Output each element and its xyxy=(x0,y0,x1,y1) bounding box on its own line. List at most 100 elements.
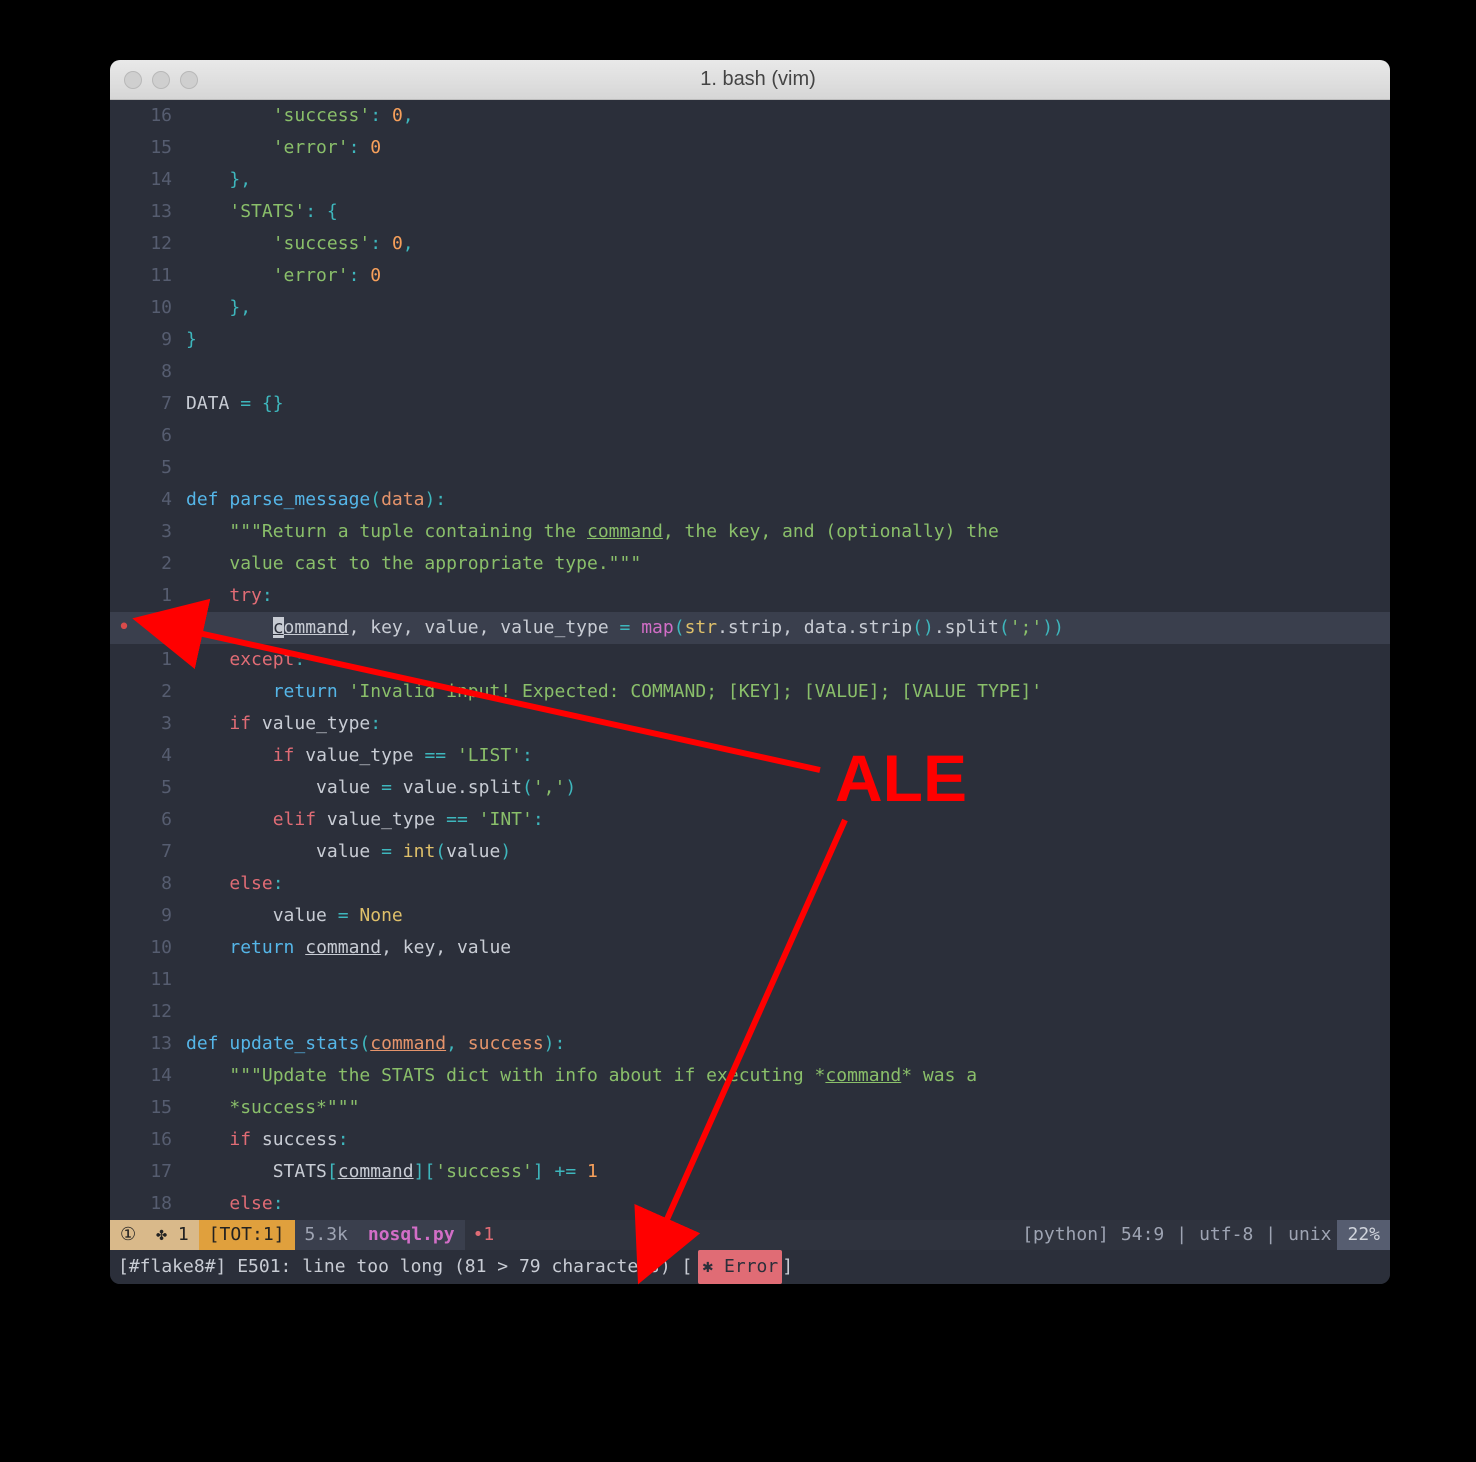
line-number: 7 xyxy=(138,836,186,868)
code-line[interactable]: 16 'success': 0, xyxy=(110,100,1390,132)
sign-column xyxy=(110,836,138,868)
sign-column xyxy=(110,932,138,964)
code-line[interactable]: 5 xyxy=(110,452,1390,484)
minimize-traffic-light[interactable] xyxy=(152,71,170,89)
code-content: *success*""" xyxy=(186,1092,1390,1124)
code-line[interactable]: 9} xyxy=(110,324,1390,356)
line-number: 8 xyxy=(138,868,186,900)
line-number: 16 xyxy=(138,1124,186,1156)
code-line[interactable]: 13def update_stats(command, success): xyxy=(110,1028,1390,1060)
code-line[interactable]: 1 except: xyxy=(110,644,1390,676)
code-line[interactable]: 12 'success': 0, xyxy=(110,228,1390,260)
code-line[interactable]: 7 value = int(value) xyxy=(110,836,1390,868)
code-content: return command, key, value xyxy=(186,932,1390,964)
line-number: 17 xyxy=(138,1156,186,1188)
line-number: 8 xyxy=(138,356,186,388)
sign-column xyxy=(110,740,138,772)
line-number: 18 xyxy=(138,1188,186,1220)
code-line[interactable]: 6 elif value_type == 'INT': xyxy=(110,804,1390,836)
code-line[interactable]: 9 value = None xyxy=(110,900,1390,932)
line-number: 9 xyxy=(138,324,186,356)
vim-message-line: [#flake8#] E501: line too long (81 > 79 … xyxy=(110,1250,1390,1284)
line-number: 3 xyxy=(138,708,186,740)
lint-message: [#flake8#] E501: line too long (81 > 79 … xyxy=(118,1256,692,1277)
line-number: 15 xyxy=(138,1092,186,1124)
line-number: 14 xyxy=(138,1060,186,1092)
code-line[interactable]: 2 value cast to the appropriate type.""" xyxy=(110,548,1390,580)
code-line[interactable]: 8 else: xyxy=(110,868,1390,900)
code-line[interactable]: 5 value = value.split(',') xyxy=(110,772,1390,804)
code-content: value cast to the appropriate type.""" xyxy=(186,548,1390,580)
code-line[interactable]: 12 xyxy=(110,996,1390,1028)
status-fileformat: unix xyxy=(1282,1220,1337,1250)
code-content: """Return a tuple containing the command… xyxy=(186,516,1390,548)
sign-column xyxy=(110,1156,138,1188)
code-line[interactable]: 11 'error': 0 xyxy=(110,260,1390,292)
code-line[interactable]: 4 if value_type == 'LIST': xyxy=(110,740,1390,772)
code-line[interactable]: 2 return 'Invalid input! Expected: COMMA… xyxy=(110,676,1390,708)
sign-column xyxy=(110,292,138,324)
window-titlebar[interactable]: 1. bash (vim) xyxy=(110,60,1390,100)
code-content: value = int(value) xyxy=(186,836,1390,868)
code-content: } xyxy=(186,324,1390,356)
code-line[interactable]: 14 """Update the STATS dict with info ab… xyxy=(110,1060,1390,1092)
editor-area[interactable]: 16 'success': 0,15 'error': 014 },13 'ST… xyxy=(110,100,1390,1220)
sign-column xyxy=(110,1188,138,1220)
code-line[interactable]: 15 *success*""" xyxy=(110,1092,1390,1124)
code-line[interactable]: 10 }, xyxy=(110,292,1390,324)
code-line[interactable]: 18 else: xyxy=(110,1188,1390,1220)
code-line[interactable]: 11 xyxy=(110,964,1390,996)
sign-column xyxy=(110,516,138,548)
code-line[interactable]: 14 }, xyxy=(110,164,1390,196)
sign-column xyxy=(110,260,138,292)
code-content: }, xyxy=(186,292,1390,324)
code-line[interactable]: •54 command, key, value, value_type = ma… xyxy=(110,612,1390,644)
line-number: 3 xyxy=(138,516,186,548)
sign-column xyxy=(110,708,138,740)
code-line[interactable]: 6 xyxy=(110,420,1390,452)
sign-column xyxy=(110,580,138,612)
code-content: value = value.split(',') xyxy=(186,772,1390,804)
window-title: 1. bash (vim) xyxy=(198,68,1318,91)
code-content xyxy=(186,356,1390,388)
code-content xyxy=(186,996,1390,1028)
line-number: 1 xyxy=(138,580,186,612)
status-encoding: utf-8 xyxy=(1193,1220,1259,1250)
status-tot: [TOT:1] xyxy=(199,1220,295,1250)
line-number: 6 xyxy=(138,804,186,836)
status-filetype: [python] xyxy=(1016,1220,1115,1250)
sign-column xyxy=(110,964,138,996)
code-line[interactable]: 13 'STATS': { xyxy=(110,196,1390,228)
line-number: 13 xyxy=(138,1028,186,1060)
code-line[interactable]: 3 if value_type: xyxy=(110,708,1390,740)
sign-column: • xyxy=(110,612,138,644)
line-number: 4 xyxy=(138,484,186,516)
line-number: 2 xyxy=(138,676,186,708)
code-line[interactable]: 17 STATS[command]['success'] += 1 xyxy=(110,1156,1390,1188)
code-content: try: xyxy=(186,580,1390,612)
code-content: if value_type: xyxy=(186,708,1390,740)
zoom-traffic-light[interactable] xyxy=(180,71,198,89)
code-line[interactable]: 3 """Return a tuple containing the comma… xyxy=(110,516,1390,548)
sign-column xyxy=(110,868,138,900)
sign-column xyxy=(110,164,138,196)
line-number: 9 xyxy=(138,900,186,932)
code-content: 'error': 0 xyxy=(186,132,1390,164)
vim-statusline: ① ✤ 1 [TOT:1] 5.3k nosql.py •1 [python] … xyxy=(110,1220,1390,1250)
code-line[interactable]: 8 xyxy=(110,356,1390,388)
sign-column xyxy=(110,1028,138,1060)
code-line[interactable]: 10 return command, key, value xyxy=(110,932,1390,964)
sign-column xyxy=(110,452,138,484)
code-line[interactable]: 7DATA = {} xyxy=(110,388,1390,420)
code-content: value = None xyxy=(186,900,1390,932)
sign-column xyxy=(110,420,138,452)
code-line[interactable]: 15 'error': 0 xyxy=(110,132,1390,164)
code-content xyxy=(186,964,1390,996)
code-line[interactable]: 4def parse_message(data): xyxy=(110,484,1390,516)
line-number: 15 xyxy=(138,132,186,164)
close-traffic-light[interactable] xyxy=(124,71,142,89)
code-line[interactable]: 16 if success: xyxy=(110,1124,1390,1156)
code-line[interactable]: 1 try: xyxy=(110,580,1390,612)
code-content: else: xyxy=(186,1188,1390,1220)
sign-column xyxy=(110,228,138,260)
